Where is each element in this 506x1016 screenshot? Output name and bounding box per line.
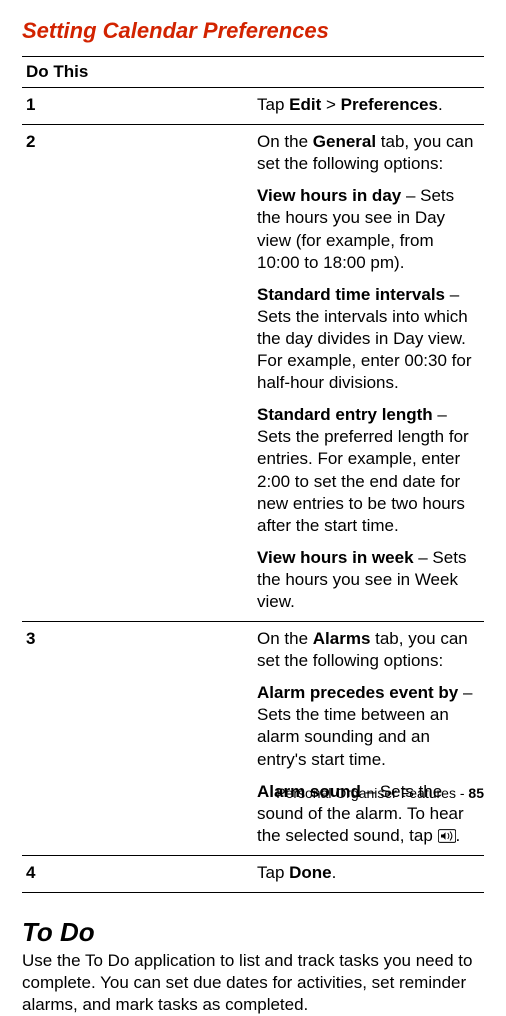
ui-label-edit: Edit: [289, 95, 321, 114]
todo-heading: To Do: [22, 917, 484, 948]
option-label: Alarm precedes event by: [257, 683, 458, 702]
step-number: 4: [22, 855, 253, 892]
option-desc-post: .: [456, 826, 461, 845]
step-row-3: 3 On the Alarms tab, you can set the fol…: [22, 622, 484, 856]
text: .: [332, 863, 337, 882]
play-sound-icon: [438, 829, 456, 843]
ui-label-general: General: [313, 132, 376, 151]
option-standard-intervals: Standard time intervals – Sets the inter…: [257, 284, 480, 394]
step2-intro: On the General tab, you can set the foll…: [257, 131, 480, 175]
option-label: View hours in day: [257, 186, 401, 205]
step-row-4: 4 Tap Done.: [22, 855, 484, 892]
step-row-1: 1 Tap Edit > Preferences.: [22, 88, 484, 125]
option-view-hours-day: View hours in day – Sets the hours you s…: [257, 185, 480, 273]
steps-table: Do This 1 Tap Edit > Preferences. 2 On t…: [22, 56, 484, 893]
step-row-2: 2 On the General tab, you can set the fo…: [22, 125, 484, 622]
page-number: 85: [468, 785, 484, 801]
text: .: [438, 95, 443, 114]
ui-label-done: Done: [289, 863, 332, 882]
ui-label-alarms: Alarms: [313, 629, 371, 648]
table-header-cell: Do This: [22, 57, 484, 88]
text: Tap: [257, 863, 289, 882]
step-content: On the Alarms tab, you can set the follo…: [253, 622, 484, 856]
text: Tap: [257, 95, 289, 114]
text: On the: [257, 629, 313, 648]
step-number: 2: [22, 125, 253, 622]
step-content: Tap Edit > Preferences.: [253, 88, 484, 125]
step3-intro: On the Alarms tab, you can set the follo…: [257, 628, 480, 672]
step-number: 3: [22, 622, 253, 856]
step-number: 1: [22, 88, 253, 125]
footer-label: Personal Organiser Features -: [276, 785, 468, 801]
page-footer: Personal Organiser Features - 85: [276, 785, 484, 801]
todo-description: Use the To Do application to list and tr…: [22, 950, 484, 1016]
option-standard-entry-length: Standard entry length – Sets the preferr…: [257, 404, 480, 537]
table-header-row: Do This: [22, 57, 484, 88]
option-label: Standard entry length: [257, 405, 433, 424]
step-content: Tap Done.: [253, 855, 484, 892]
page: Setting Calendar Preferences Do This 1 T…: [0, 0, 506, 817]
option-alarm-precedes: Alarm precedes event by – Sets the time …: [257, 682, 480, 770]
option-label: View hours in week: [257, 548, 414, 567]
text: On the: [257, 132, 313, 151]
text: >: [321, 95, 340, 114]
ui-label-preferences: Preferences: [341, 95, 438, 114]
option-desc: – Sets the preferred length for entries.…: [257, 405, 469, 534]
option-label: Standard time intervals: [257, 285, 445, 304]
section-title: Setting Calendar Preferences: [22, 18, 484, 44]
step-content: On the General tab, you can set the foll…: [253, 125, 484, 622]
option-view-hours-week: View hours in week – Sets the hours you …: [257, 547, 480, 613]
